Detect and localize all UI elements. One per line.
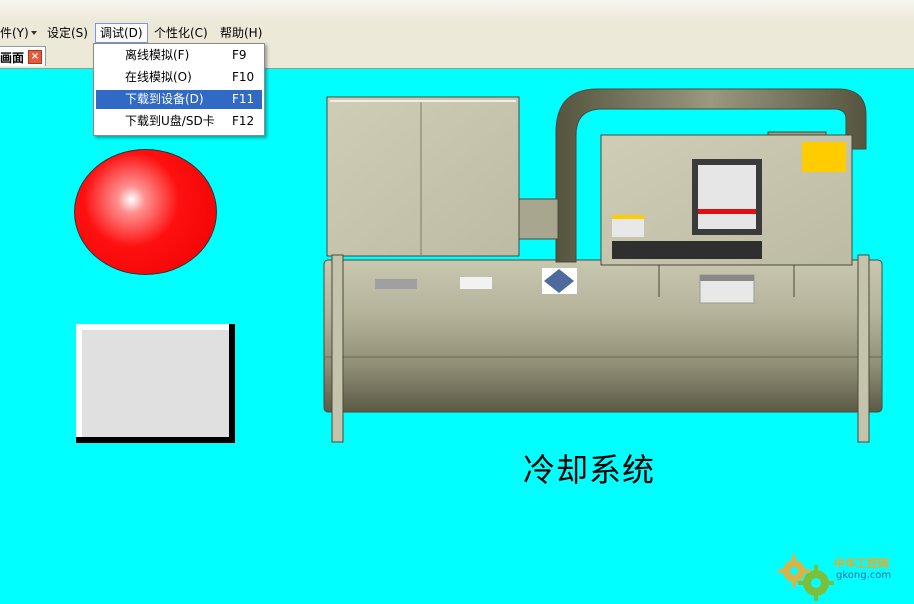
- menu-item-shortcut: F12: [232, 114, 255, 128]
- menu-item-shortcut: F10: [232, 70, 255, 84]
- menu-item-shortcut: F11: [232, 92, 255, 106]
- debug-dropdown-menu: 离线模拟(F) F9 在线模拟(O) F10 下载到设备(D) F11 下载到U…: [93, 43, 265, 136]
- tab-screen[interactable]: 画面 ×: [0, 46, 46, 66]
- watermark-text-cn: 中华工控网: [834, 557, 889, 570]
- title-bar: [0, 0, 914, 23]
- menu-item-label: 下载到U盘/SD卡: [125, 114, 215, 128]
- menu-item-label: 下载到设备(D): [125, 92, 204, 106]
- menu-item-shortcut: F9: [232, 48, 247, 62]
- menu-item-download-to-device[interactable]: 下载到设备(D) F11: [96, 90, 262, 109]
- menu-item-download-to-usb-sd[interactable]: 下载到U盘/SD卡 F12: [96, 112, 262, 131]
- gear-icon: [778, 555, 834, 601]
- indicator-lamp[interactable]: [74, 149, 217, 275]
- menu-settings[interactable]: 设定(S): [47, 25, 88, 41]
- gkong-watermark: 中华工控网 gkong.com: [776, 549, 906, 601]
- menu-help[interactable]: 帮助(H): [220, 25, 262, 41]
- menu-item-online-simulation[interactable]: 在线模拟(O) F10: [96, 68, 262, 87]
- menu-debug[interactable]: 调试(D): [95, 23, 148, 43]
- button-panel[interactable]: [76, 324, 235, 443]
- menu-item-label: 在线模拟(O): [125, 70, 192, 84]
- close-icon[interactable]: ×: [28, 50, 42, 64]
- panel-face: [82, 330, 229, 437]
- menu-item-label: 离线模拟(F): [125, 48, 190, 62]
- hmi-canvas: 冷却系统 中华工控网 gkong.com: [0, 69, 914, 601]
- tab-label: 画面: [0, 51, 25, 65]
- watermark-text-en: gkong.com: [836, 570, 892, 581]
- menu-item-offline-simulation[interactable]: 离线模拟(F) F9: [96, 46, 262, 65]
- menu-file[interactable]: 件(Y): [0, 25, 29, 41]
- menu-personalize[interactable]: 个性化(C): [154, 25, 208, 41]
- chiller-unit-graphic: [323, 88, 883, 443]
- system-title: 冷却系统: [523, 451, 656, 489]
- dropdown-arrow-icon[interactable]: [31, 31, 37, 35]
- menu-bar: 件(Y) 设定(S) 调试(D) 个性化(C) 帮助(H): [0, 22, 914, 44]
